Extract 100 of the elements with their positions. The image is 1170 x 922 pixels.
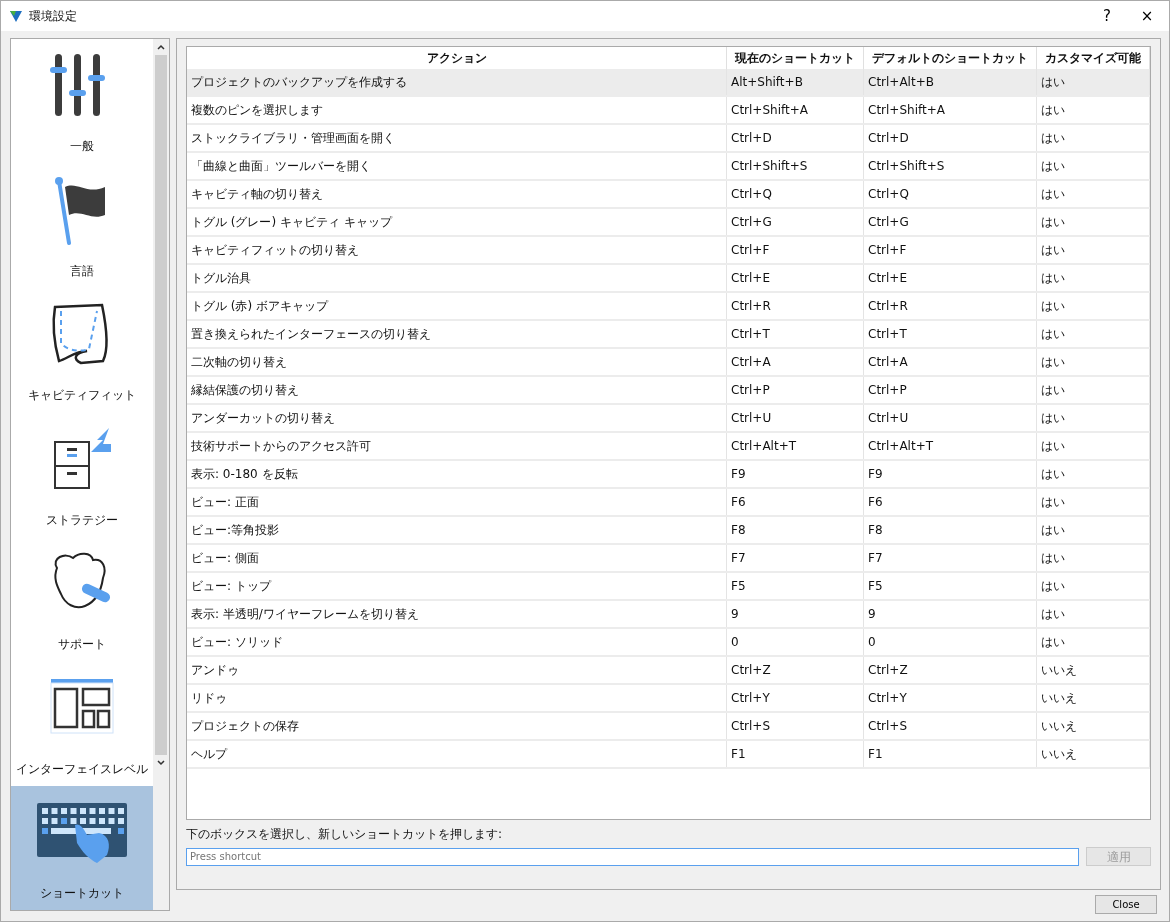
shortcut-cell: Ctrl+T	[726, 320, 864, 348]
shortcut-cell: Ctrl+Alt+T	[863, 432, 1037, 460]
action-cell: ビュー: 正面	[187, 488, 727, 516]
sidebar-item[interactable]: キャビティフィット	[11, 287, 153, 413]
table-row[interactable]: アンダーカットの切り替え Ctrl+U Ctrl+U はい	[187, 404, 1150, 432]
action-cell: プロジェクトの保存	[187, 712, 727, 740]
customizable-cell: はい	[1036, 124, 1150, 152]
scrollbar[interactable]	[153, 39, 169, 910]
table-row[interactable]: ビュー: 側面 F7 F7 はい	[187, 544, 1150, 572]
shortcut-cell: Ctrl+R	[726, 292, 864, 320]
table-row[interactable]: ビュー:等角投影 F8 F8 はい	[187, 516, 1150, 544]
shortcut-cell: Ctrl+E	[863, 264, 1037, 292]
shortcut-cell: Ctrl+A	[863, 348, 1037, 376]
customizable-cell: はい	[1036, 628, 1150, 656]
table-row[interactable]: ストックライブラリ・管理画面を開く Ctrl+D Ctrl+D はい	[187, 124, 1150, 152]
action-cell: ヘルプ	[187, 740, 727, 768]
sidebar-item[interactable]: ショートカット	[11, 785, 153, 910]
shortcut-cell: Ctrl+A	[726, 348, 864, 376]
action-cell: 置き換えられたインターフェースの切り替え	[187, 320, 727, 348]
customizable-cell: はい	[1036, 96, 1150, 124]
shortcut-cell: Ctrl+S	[726, 712, 864, 740]
table-row[interactable]: トグル治具 Ctrl+E Ctrl+E はい	[187, 264, 1150, 292]
window-title: 環境設定	[29, 7, 77, 25]
customizable-cell: いいえ	[1036, 740, 1150, 768]
customizable-cell: はい	[1036, 488, 1150, 516]
close-button[interactable]: ×	[1129, 2, 1165, 30]
table-row[interactable]: 表示: 半透明/ワイヤーフレームを切り替え 9 9 はい	[187, 600, 1150, 628]
shortcut-cell: 9	[726, 600, 864, 628]
table-row[interactable]: 表示: 0-180 を反転 F9 F9 はい	[187, 460, 1150, 488]
sidebar-item[interactable]: 言語	[11, 163, 153, 288]
customizable-cell: はい	[1036, 292, 1150, 320]
help-button[interactable]: ?	[1089, 2, 1125, 30]
table-row[interactable]: 「曲線と曲面」ツールバーを開く Ctrl+Shift+S Ctrl+Shift+S はい	[187, 152, 1150, 180]
customizable-cell: はい	[1036, 404, 1150, 432]
shortcut-cell: F9	[863, 460, 1037, 488]
table-row[interactable]: ビュー: トップ F5 F5 はい	[187, 572, 1150, 600]
shortcut-cell: F6	[726, 488, 864, 516]
table-row[interactable]: 技術サポートからのアクセス許可 Ctrl+Alt+T Ctrl+Alt+T はい	[187, 432, 1150, 460]
table-row[interactable]: 複数のピンを選択します Ctrl+Shift+A Ctrl+Shift+A はい	[187, 96, 1150, 124]
shortcut-cell: Ctrl+P	[863, 376, 1037, 404]
table-row[interactable]: トグル (グレー) キャビティ キャップ Ctrl+G Ctrl+G はい	[187, 208, 1150, 236]
sidebar-item[interactable]: ストラテジー	[11, 412, 153, 537]
table-row[interactable]: キャビティフィットの切り替え Ctrl+F Ctrl+F はい	[187, 236, 1150, 264]
sidebar-item[interactable]: サポート	[11, 536, 153, 662]
shortcut-cell: Ctrl+U	[726, 404, 864, 432]
customizable-cell: はい	[1036, 180, 1150, 208]
shortcut-cell: Ctrl+Y	[726, 684, 864, 712]
table-row[interactable]: リドゥ Ctrl+Y Ctrl+Y いいえ	[187, 684, 1150, 712]
shortcut-cell: Ctrl+D	[863, 124, 1037, 152]
action-cell: 技術サポートからのアクセス許可	[187, 432, 727, 460]
shortcut-cell: F7	[863, 544, 1037, 572]
action-cell: キャビティフィットの切り替え	[187, 236, 727, 264]
table-row[interactable]: キャビティ軸の切り替え Ctrl+Q Ctrl+Q はい	[187, 180, 1150, 208]
table-row[interactable]: アンドゥ Ctrl+Z Ctrl+Z いいえ	[187, 656, 1150, 684]
shortcut-cell: Ctrl+Alt+T	[726, 432, 864, 460]
shortcut-input-field[interactable]: Press shortcut	[186, 847, 1079, 866]
table-row[interactable]: ヘルプ F1 F1 いいえ	[187, 740, 1150, 768]
action-cell: リドゥ	[187, 684, 727, 712]
action-cell: ビュー: トップ	[187, 572, 727, 600]
shortcut-cell: 0	[863, 628, 1037, 656]
table-row[interactable]: プロジェクトのバックアップを作成する Alt+Shift+B Ctrl+Alt+B はい	[187, 69, 1150, 96]
shortcut-cell: F6	[863, 488, 1037, 516]
app-logo-icon	[9, 9, 23, 23]
action-cell: ストックライブラリ・管理画面を開く	[187, 124, 727, 152]
scroll-down-icon[interactable]	[156, 759, 166, 767]
scroll-thumb[interactable]	[155, 55, 167, 755]
action-cell: ビュー: 側面	[187, 544, 727, 572]
action-cell: トグル治具	[187, 264, 727, 292]
table-row[interactable]: ビュー: ソリッド 0 0 はい	[187, 628, 1150, 656]
shortcut-cell: Ctrl+S	[863, 712, 1037, 740]
shortcut-cell: F9	[726, 460, 864, 488]
table-row[interactable]: トグル (赤) ボアキャップ Ctrl+R Ctrl+R はい	[187, 292, 1150, 320]
table-row[interactable]: ビュー: 正面 F6 F6 はい	[187, 488, 1150, 516]
shortcut-cell: Ctrl+P	[726, 376, 864, 404]
shortcut-cell: Alt+Shift+B	[726, 69, 864, 96]
customizable-cell: いいえ	[1036, 712, 1150, 740]
shortcut-cell: F5	[863, 572, 1037, 600]
shortcut-cell: Ctrl+Q	[863, 180, 1037, 208]
action-cell: アンダーカットの切り替え	[187, 404, 727, 432]
sidebar-item[interactable]: インターフェイスレベル	[11, 661, 153, 786]
close-dialog-button[interactable]: Close	[1095, 895, 1157, 914]
table-row[interactable]: 置き換えられたインターフェースの切り替え Ctrl+T Ctrl+T はい	[187, 320, 1150, 348]
customizable-cell: はい	[1036, 460, 1150, 488]
action-cell: 複数のピンを選択します	[187, 96, 727, 124]
customizable-cell: はい	[1036, 236, 1150, 264]
table-row[interactable]: 縁結保護の切り替え Ctrl+P Ctrl+P はい	[187, 376, 1150, 404]
table-row[interactable]: プロジェクトの保存 Ctrl+S Ctrl+S いいえ	[187, 712, 1150, 740]
customizable-cell: はい	[1036, 572, 1150, 600]
table-row[interactable]: 二次軸の切り替え Ctrl+A Ctrl+A はい	[187, 348, 1150, 376]
action-cell: ビュー: ソリッド	[187, 628, 727, 656]
customizable-cell: はい	[1036, 432, 1150, 460]
sidebar-item[interactable]: 一般	[11, 39, 153, 164]
shortcut-cell: Ctrl+E	[726, 264, 864, 292]
shortcut-cell: Ctrl+Shift+A	[726, 96, 864, 124]
customizable-cell: はい	[1036, 69, 1150, 96]
action-cell: キャビティ軸の切り替え	[187, 180, 727, 208]
scroll-up-icon[interactable]	[156, 43, 166, 51]
shortcut-cell: F8	[863, 516, 1037, 544]
action-cell: アンドゥ	[187, 656, 727, 684]
action-cell: 「曲線と曲面」ツールバーを開く	[187, 152, 727, 180]
